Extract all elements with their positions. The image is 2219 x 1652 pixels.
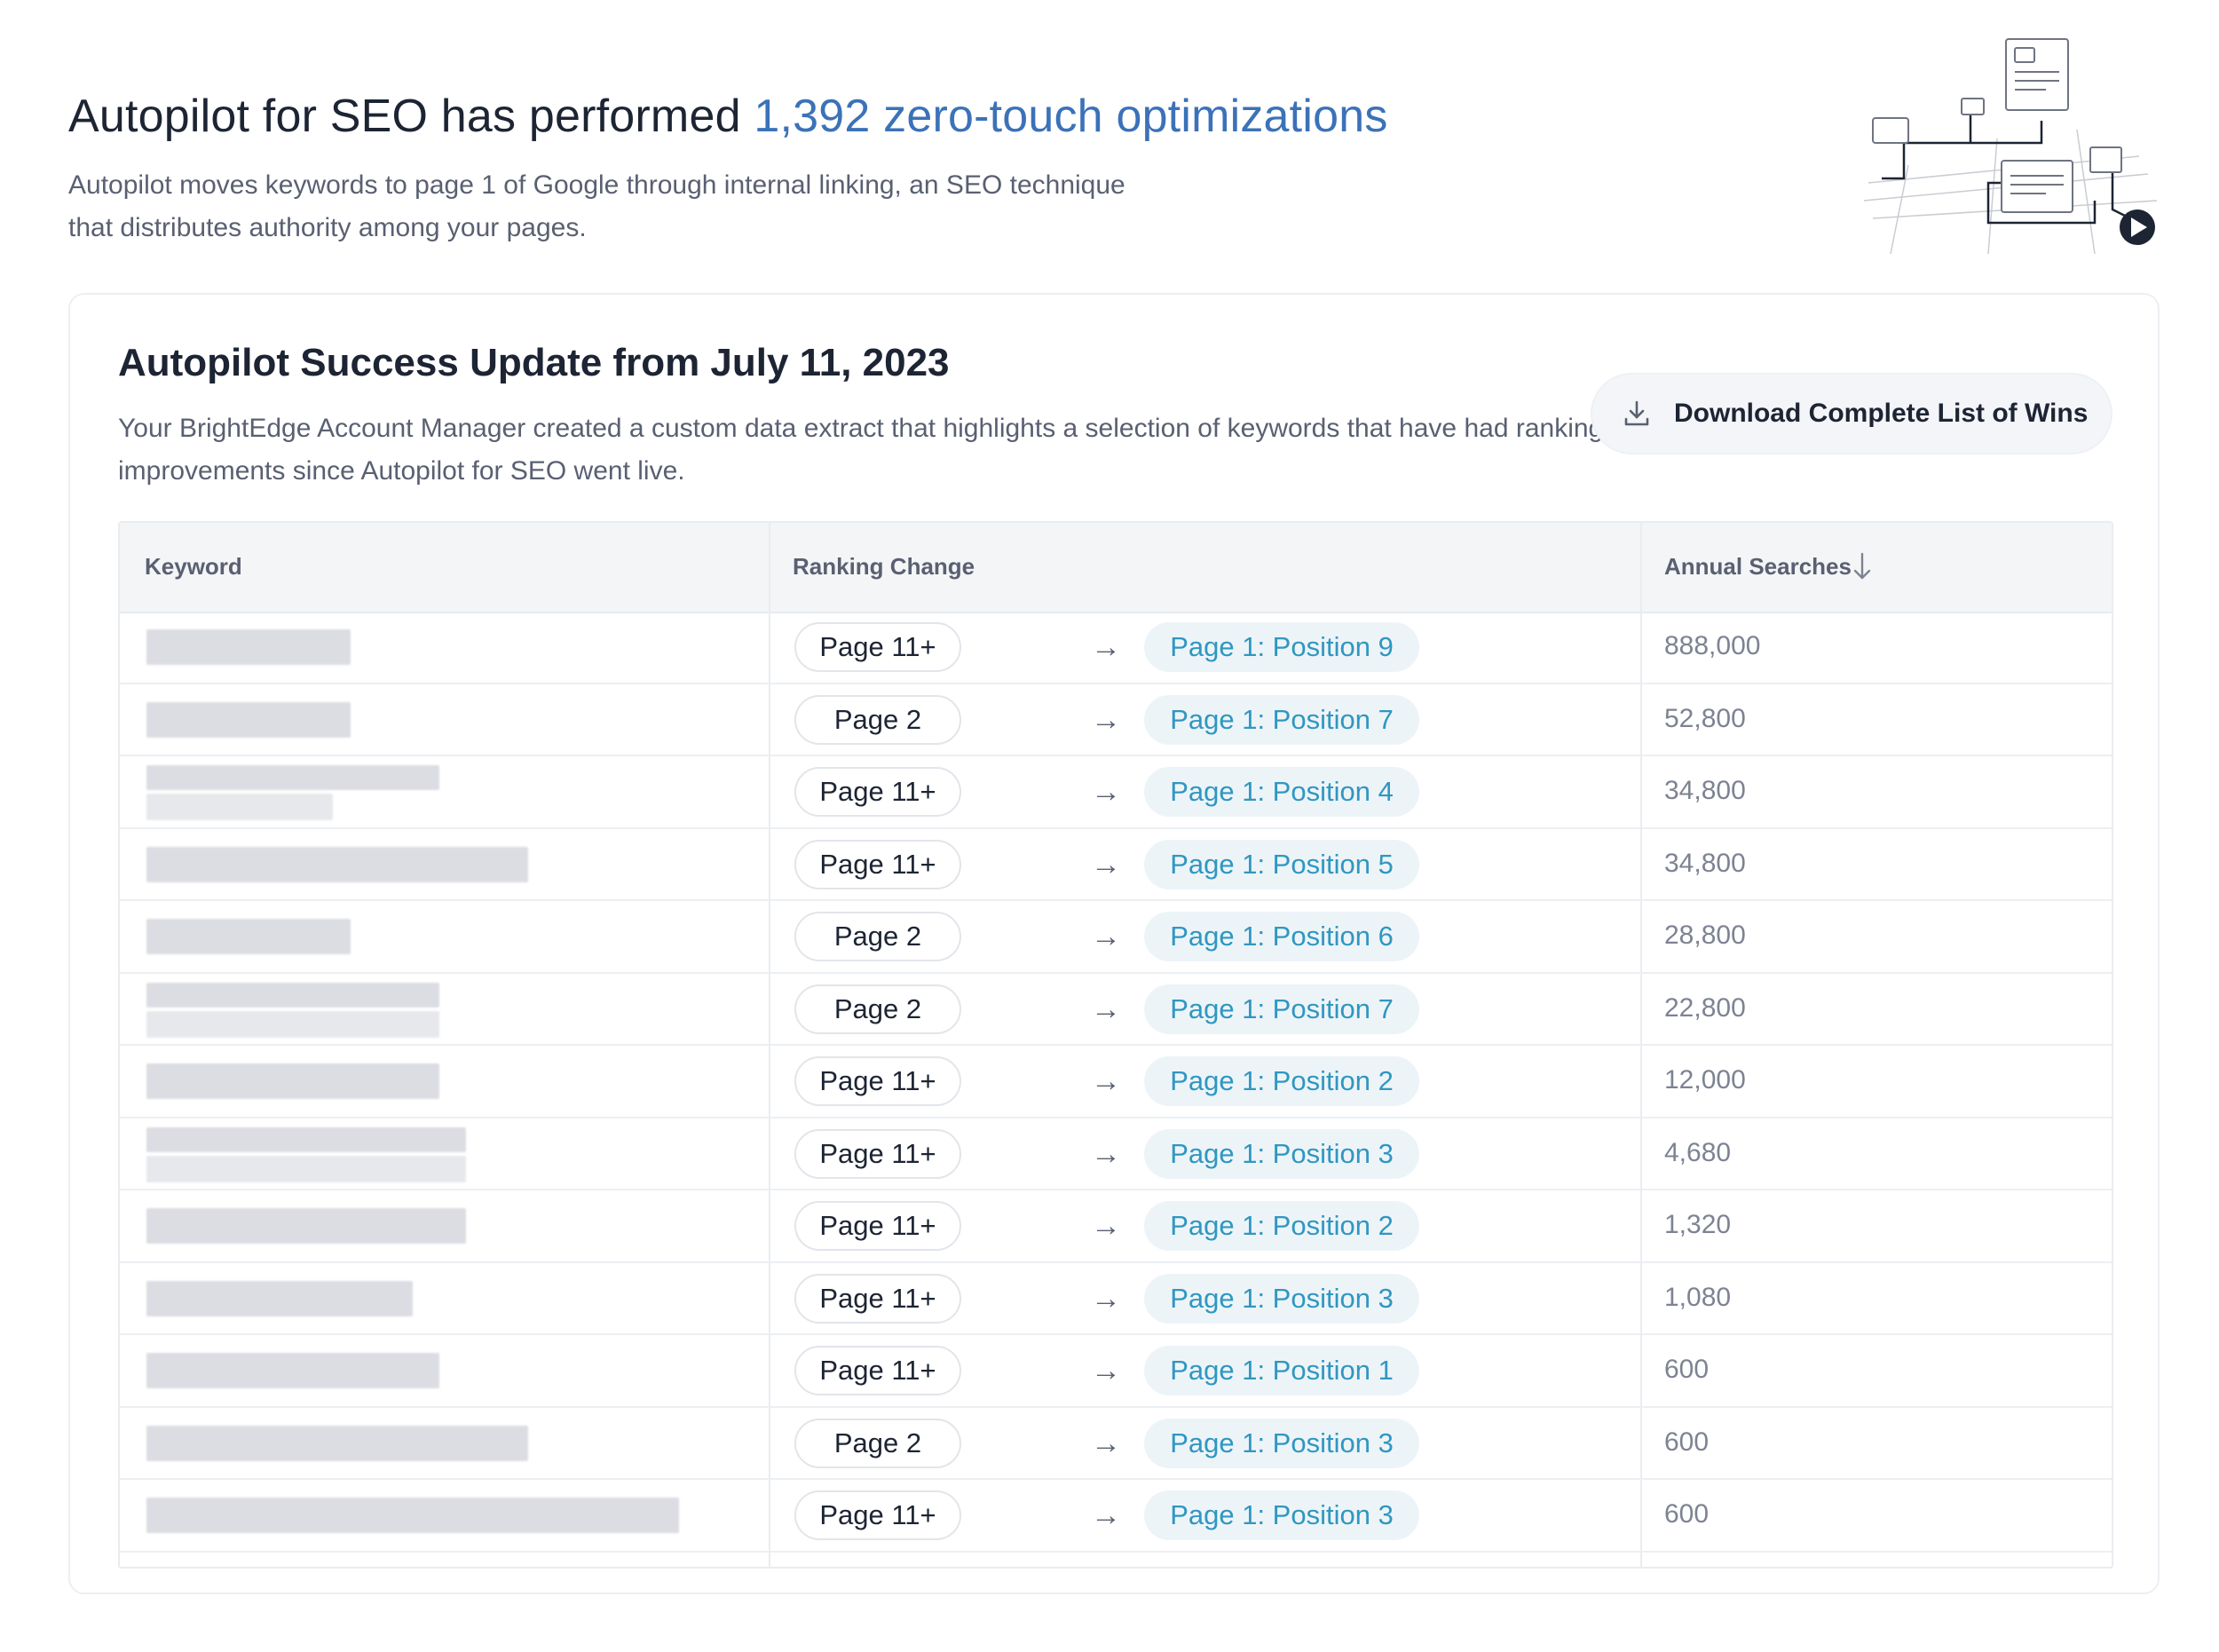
redacted-keyword bbox=[146, 1353, 439, 1388]
table-header: Keyword Ranking Change Annual Searches bbox=[120, 523, 2112, 613]
redacted-keyword bbox=[146, 1498, 679, 1533]
annual-searches-value: 52,800 bbox=[1664, 703, 1746, 733]
table-row: Page 11+ → Page 1: Position 3 600 bbox=[120, 1480, 2112, 1553]
annual-searches-value: 1,080 bbox=[1664, 1282, 1732, 1312]
hero-title-highlight: 1,392 zero-touch optimizations bbox=[754, 91, 1388, 142]
new-rank-pill: Page 1: Position 3 bbox=[1144, 1273, 1419, 1324]
redacted-keyword bbox=[146, 1280, 413, 1316]
annual-searches-value: 4,680 bbox=[1664, 1137, 1732, 1167]
annual-searches-value: 1,320 bbox=[1664, 1210, 1732, 1239]
table-row: Page 11+ → Page 1: Position 4 34,800 bbox=[120, 756, 2112, 829]
redacted-keyword bbox=[146, 982, 439, 1008]
new-rank-pill: Page 1: Position 4 bbox=[1144, 767, 1419, 817]
annual-searches-value: 34,800 bbox=[1664, 776, 1746, 805]
table-row: Page 11+ → Page 1: Position 3 4,680 bbox=[120, 1118, 2112, 1190]
sort-desc-arrow-icon[interactable] bbox=[1851, 551, 1874, 581]
table-row: Page 11+ → Page 1: Position 5 34,800 bbox=[120, 829, 2112, 901]
previous-rank-pill: Page 11+ bbox=[794, 767, 961, 817]
hero-title: Autopilot for SEO has performed 1,392 ze… bbox=[68, 84, 1755, 148]
right-arrow-icon: → bbox=[1091, 1136, 1121, 1171]
annual-searches-value: 28,800 bbox=[1664, 921, 1746, 950]
redacted-keyword bbox=[146, 629, 351, 665]
annual-searches-value: 12,000 bbox=[1664, 1065, 1746, 1095]
download-icon bbox=[1624, 400, 1649, 426]
right-arrow-icon: → bbox=[1091, 920, 1121, 953]
hero-subtitle: Autopilot moves keywords to page 1 of Go… bbox=[68, 170, 1125, 242]
previous-rank-pill: Page 11+ bbox=[794, 1273, 961, 1324]
redacted-keyword bbox=[146, 919, 351, 954]
right-arrow-icon: → bbox=[1091, 847, 1121, 881]
right-arrow-icon: → bbox=[1091, 630, 1121, 664]
redacted-keyword bbox=[146, 846, 528, 882]
header-ranking-change[interactable]: Ranking Change bbox=[793, 553, 975, 581]
network-pages-illustration bbox=[1863, 38, 2158, 255]
previous-rank-pill: Page 11+ bbox=[794, 839, 961, 889]
right-arrow-icon: → bbox=[1091, 1064, 1121, 1098]
previous-rank-pill: Page 2 bbox=[794, 912, 961, 961]
redacted-keyword bbox=[146, 794, 333, 820]
previous-rank-pill: Page 11+ bbox=[794, 622, 961, 672]
right-arrow-icon: → bbox=[1091, 1354, 1121, 1387]
new-rank-pill: Page 1: Position 9 bbox=[1144, 622, 1419, 672]
table-row: Page 11+ → Page 1: Position 2 1,320 bbox=[120, 1190, 2112, 1263]
new-rank-pill: Page 1: Position 3 bbox=[1144, 1128, 1419, 1179]
redacted-keyword bbox=[146, 701, 351, 738]
table-row: Page 11+ → Page 1: Position 3 1,080 bbox=[120, 1263, 2112, 1335]
header-keyword[interactable]: Keyword bbox=[145, 553, 242, 581]
previous-rank-pill: Page 2 bbox=[794, 694, 961, 745]
annual-searches-value: 888,000 bbox=[1664, 631, 1761, 660]
table-row: Page 2 → Page 1: Position 3 600 bbox=[120, 1408, 2112, 1480]
redacted-keyword bbox=[146, 1155, 466, 1182]
right-arrow-icon: → bbox=[1091, 1281, 1121, 1316]
new-rank-pill: Page 1: Position 7 bbox=[1144, 694, 1419, 745]
hero-title-prefix: Autopilot for SEO has performed bbox=[68, 91, 754, 142]
new-rank-pill: Page 1: Position 7 bbox=[1144, 984, 1419, 1034]
card-title: Autopilot Success Update from July 11, 2… bbox=[118, 341, 950, 384]
table-row: Page 2 → Page 1: Position 6 28,800 bbox=[120, 901, 2112, 974]
table-row: Page 2 → Page 1: Position 7 22,800 bbox=[120, 974, 2112, 1046]
header-annual-searches[interactable]: Annual Searches bbox=[1664, 553, 1852, 581]
annual-searches-value: 600 bbox=[1664, 1427, 1710, 1457]
new-rank-pill: Page 1: Position 3 bbox=[1144, 1418, 1419, 1468]
right-arrow-icon: → bbox=[1091, 1498, 1121, 1532]
previous-rank-pill: Page 2 bbox=[794, 1418, 961, 1468]
redacted-keyword bbox=[146, 765, 439, 790]
previous-rank-pill: Page 11+ bbox=[794, 1128, 961, 1179]
redacted-keyword bbox=[146, 1208, 466, 1244]
previous-rank-pill: Page 11+ bbox=[794, 1201, 961, 1251]
annual-searches-value: 600 bbox=[1664, 1499, 1710, 1529]
success-update-card: Autopilot Success Update from July 11, 2… bbox=[68, 293, 2160, 1594]
annual-searches-value: 34,800 bbox=[1664, 848, 1746, 878]
redacted-keyword bbox=[146, 1425, 528, 1461]
right-arrow-icon: → bbox=[1091, 775, 1121, 809]
redacted-keyword bbox=[146, 1063, 439, 1099]
previous-rank-pill: Page 11+ bbox=[794, 1346, 961, 1395]
new-rank-pill: Page 1: Position 6 bbox=[1144, 912, 1419, 961]
table-row: Page 11+ → Page 1: Position 9 888,000 bbox=[120, 612, 2112, 684]
right-arrow-icon: → bbox=[1091, 1209, 1121, 1243]
previous-rank-pill: Page 11+ bbox=[794, 1056, 961, 1106]
card-description: Your BrightEdge Account Manager created … bbox=[118, 414, 1604, 486]
right-arrow-icon: → bbox=[1091, 992, 1121, 1026]
download-wins-label: Download Complete List of Wins bbox=[1674, 399, 2089, 428]
new-rank-pill: Page 1: Position 1 bbox=[1144, 1346, 1419, 1395]
previous-rank-pill: Page 2 bbox=[794, 984, 961, 1034]
hero: Autopilot for SEO has performed 1,392 ze… bbox=[68, 84, 1755, 249]
table-row: Page 11+ → Page 1: Position 1 600 bbox=[120, 1335, 2112, 1408]
right-arrow-icon: → bbox=[1091, 702, 1121, 737]
redacted-keyword bbox=[146, 1010, 439, 1038]
wins-table: Keyword Ranking Change Annual Searches P… bbox=[118, 521, 2113, 1569]
table-row: Page 11+ → Page 1: Position 2 12,000 bbox=[120, 1046, 2112, 1118]
right-arrow-icon: → bbox=[1091, 1426, 1121, 1460]
previous-rank-pill: Page 11+ bbox=[794, 1490, 961, 1540]
new-rank-pill: Page 1: Position 2 bbox=[1144, 1201, 1419, 1251]
new-rank-pill: Page 1: Position 3 bbox=[1144, 1490, 1419, 1540]
redacted-keyword bbox=[146, 1126, 466, 1152]
annual-searches-value: 22,800 bbox=[1664, 992, 1746, 1023]
download-wins-button[interactable]: Download Complete List of Wins bbox=[1591, 373, 2112, 454]
new-rank-pill: Page 1: Position 5 bbox=[1144, 839, 1419, 889]
annual-searches-value: 600 bbox=[1664, 1355, 1710, 1384]
new-rank-pill: Page 1: Position 2 bbox=[1144, 1056, 1419, 1106]
table-row: Page 2 → Page 1: Position 7 52,800 bbox=[120, 684, 2112, 756]
